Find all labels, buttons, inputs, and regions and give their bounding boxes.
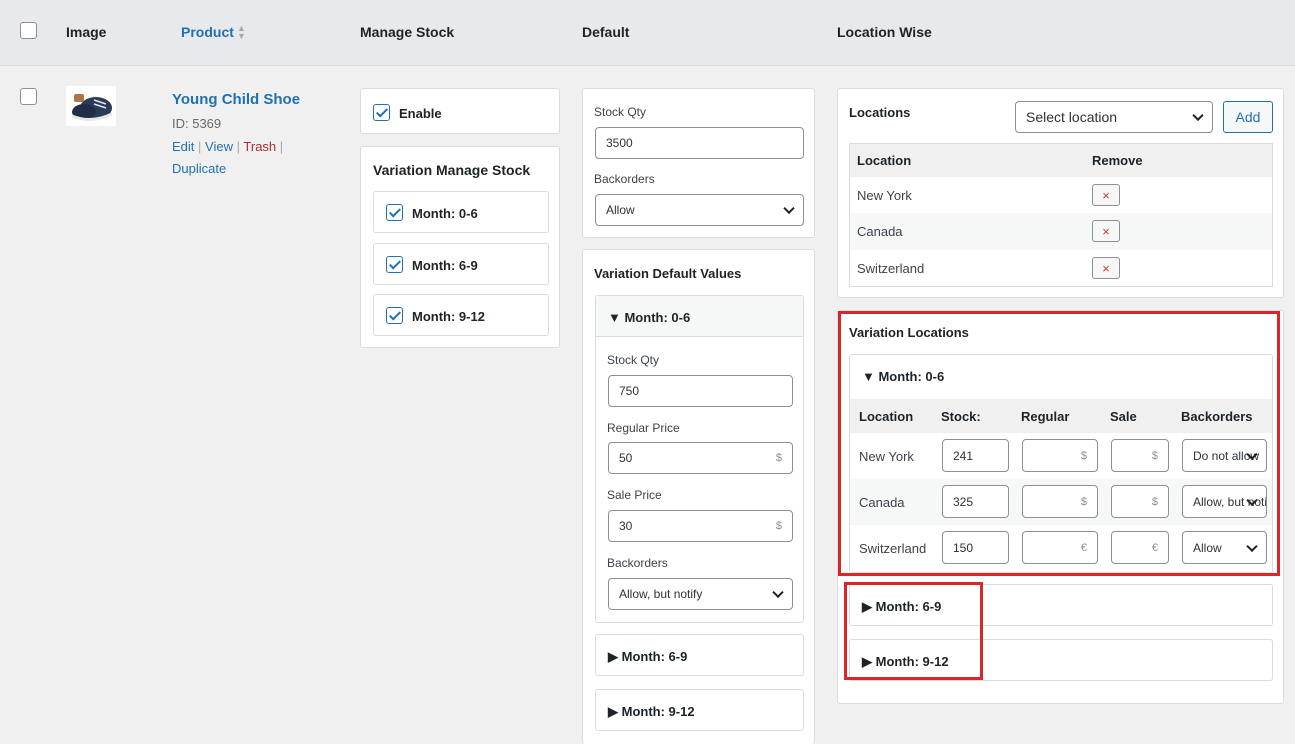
regular-price-input[interactable]: € (1022, 531, 1098, 564)
enable-label: Enable (399, 106, 442, 121)
sort-icon[interactable]: ▲ ▼ (237, 24, 246, 41)
remove-icon[interactable]: × (1092, 184, 1120, 206)
backorders-select[interactable]: Allow (595, 194, 804, 226)
variation-locations-title: Variation Locations (849, 325, 969, 340)
product-id: ID: 5369 (172, 116, 222, 131)
variation-item: Month: 0-6 (373, 191, 549, 233)
stock-input[interactable]: 325 (942, 485, 1009, 518)
variation-locations-box: Variation Locations ▼ Month: 0-6 Locatio… (837, 310, 1284, 704)
table-row: Switzerland × (850, 250, 1272, 286)
chevron-down-icon (1246, 540, 1258, 552)
sale-price-input[interactable]: 30 $ (608, 510, 793, 542)
chevron-down-icon (1192, 109, 1204, 122)
chevron-down-icon (783, 202, 795, 215)
add-location-button[interactable]: Add (1223, 101, 1273, 133)
select-all-checkbox[interactable] (20, 22, 37, 39)
stock-input[interactable]: 150 (942, 531, 1009, 564)
variation-checkbox[interactable] (386, 204, 403, 221)
regular-price-input[interactable]: $ (1022, 439, 1098, 472)
default-stock-box: Stock Qty 3500 Backorders Allow (582, 88, 815, 238)
row-checkbox[interactable] (20, 88, 37, 105)
variation-checkbox[interactable] (386, 307, 403, 324)
variation-location-accordion-closed[interactable]: ▶ Month: 6-9 (849, 584, 1273, 626)
stock-qty-label: Stock Qty (594, 105, 647, 119)
column-product[interactable]: Product (181, 24, 234, 40)
variation-location-accordion-open: ▼ Month: 0-6 Location Stock: Regular Sal… (849, 354, 1273, 573)
column-location-wise: Location Wise (837, 24, 932, 40)
chevron-down-icon (772, 586, 784, 599)
remove-icon[interactable]: × (1092, 220, 1120, 242)
variation-accordion-closed[interactable]: ▶ Month: 9-12 (595, 689, 804, 731)
table-head: Location Remove (850, 144, 1272, 177)
variation-default-title: Variation Default Values (594, 266, 742, 281)
column-default: Default (582, 24, 630, 40)
row-actions: Edit | View | Trash | (172, 139, 284, 154)
regular-price-input[interactable]: 50 $ (608, 442, 793, 474)
enable-box: Enable (360, 88, 560, 134)
variation-accordion-open: ▼ Month: 0-6 Stock Qty 750 Regular Price… (595, 295, 804, 623)
table-row: Canada 325 $ $ Allow, but notify (850, 479, 1272, 525)
backorders-select[interactable]: Allow (1182, 531, 1267, 564)
column-manage-stock: Manage Stock (360, 24, 455, 40)
locations-title: Locations (849, 105, 911, 120)
variation-manage-stock-title: Variation Manage Stock (373, 162, 531, 178)
table-head: Location Stock: Regular Sale Backorders (850, 399, 1272, 433)
variation-manage-stock-box: Variation Manage Stock Month: 0-6 Month:… (360, 146, 560, 348)
column-image: Image (66, 24, 107, 40)
backorders-select[interactable]: Do not allow (1182, 439, 1267, 472)
variation-default-values-box: Variation Default Values ▼ Month: 0-6 St… (582, 249, 815, 744)
locations-box: Locations Select location Add Location R… (837, 88, 1284, 298)
view-link[interactable]: View (205, 139, 233, 154)
variation-stock-input[interactable]: 750 (608, 375, 793, 407)
variation-location-accordion-closed[interactable]: ▶ Month: 9-12 (849, 639, 1273, 681)
locations-table: Location Remove New York × Canada × Swit… (849, 143, 1273, 287)
variation-item: Month: 6-9 (373, 243, 549, 285)
select-location-dropdown[interactable]: Select location (1015, 101, 1213, 133)
variation-item: Month: 9-12 (373, 294, 549, 336)
sale-price-input[interactable]: $ (1111, 485, 1169, 518)
accordion-header[interactable]: ▼ Month: 0-6 (862, 369, 944, 384)
variation-backorders-select[interactable]: Allow, but notify (608, 578, 793, 610)
enable-checkbox[interactable] (373, 104, 390, 121)
remove-icon[interactable]: × (1092, 257, 1120, 279)
stock-qty-input[interactable]: 3500 (595, 127, 804, 159)
table-row: New York 241 $ $ Do not allow (850, 433, 1272, 479)
table-row: Canada × (850, 213, 1272, 250)
stock-input[interactable]: 241 (942, 439, 1009, 472)
trash-link[interactable]: Trash (243, 139, 276, 154)
regular-price-input[interactable]: $ (1022, 485, 1098, 518)
sale-price-input[interactable]: € (1111, 531, 1169, 564)
backorders-select[interactable]: Allow, but notify (1182, 485, 1267, 518)
duplicate-link[interactable]: Duplicate (172, 161, 226, 176)
table-row: New York × (850, 177, 1272, 213)
sale-price-input[interactable]: $ (1111, 439, 1169, 472)
product-name-link[interactable]: Young Child Shoe (172, 91, 300, 108)
accordion-header[interactable]: ▼ Month: 0-6 (596, 296, 803, 337)
table-row: Switzerland 150 € € Allow (850, 525, 1272, 572)
backorders-label: Backorders (594, 172, 655, 186)
variation-checkbox[interactable] (386, 256, 403, 273)
edit-link[interactable]: Edit (172, 139, 194, 154)
product-thumbnail[interactable] (66, 86, 116, 126)
variation-accordion-closed[interactable]: ▶ Month: 6-9 (595, 634, 804, 676)
shoe-icon (71, 94, 113, 121)
